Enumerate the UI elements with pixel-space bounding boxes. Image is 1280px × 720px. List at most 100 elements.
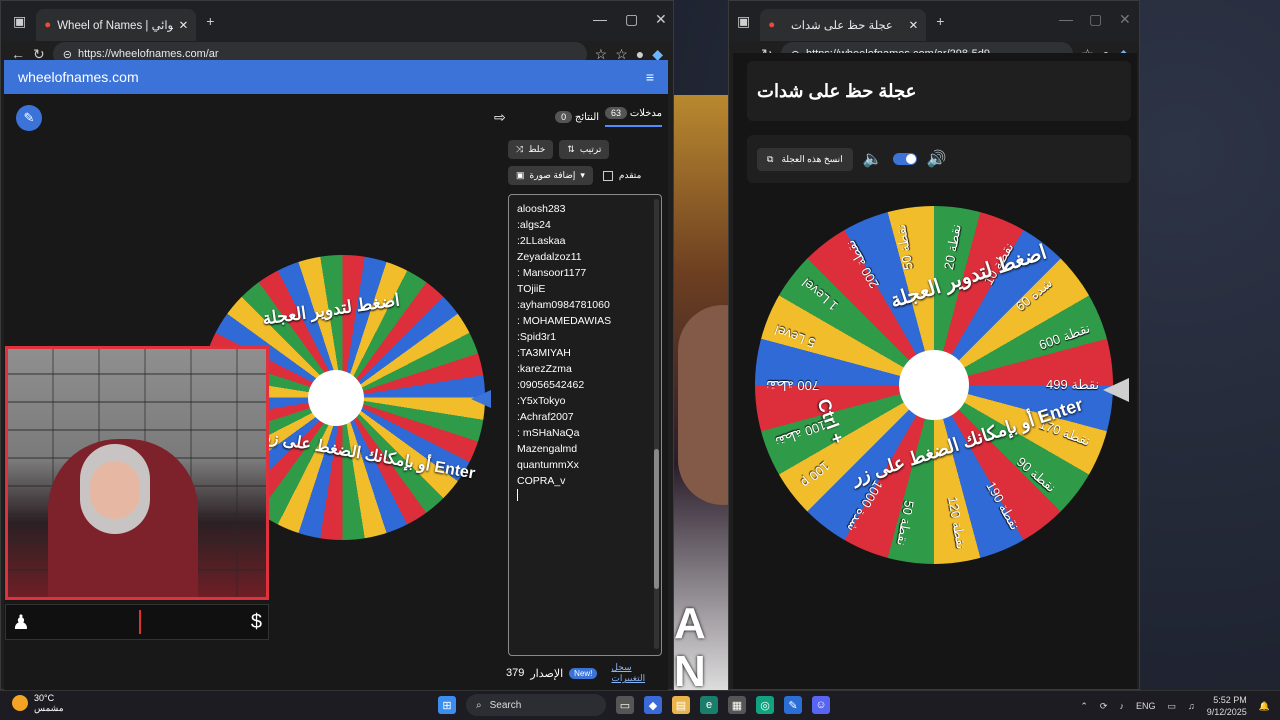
hide-panel-icon[interactable]: ⇨ [494,109,506,126]
sun-icon [12,695,28,711]
wheel-enter-text: أو بإمكانك الضغط على زر Enter [262,428,477,483]
entry-line: :karezZzma [517,363,572,375]
wheel-segment-label: نقطة 499 [1046,377,1100,392]
system-tray: ⌃ ⟳ ♪ ENG ▭ ♫ 5:52 PM 9/12/2025 🔔 [1080,694,1270,718]
version-label: الإصدار [530,667,564,680]
speaker-icon[interactable]: ♫ [1188,701,1195,711]
wheel-enter-text: أو بإمكانك الضغط على زر Enter [849,394,1086,488]
photos-icon[interactable]: ✎ [784,696,802,714]
tab-actions-icon[interactable]: ▣ [13,13,26,30]
advanced-checkbox[interactable]: متقدم [599,166,645,185]
divider [139,610,142,634]
tab-entries[interactable]: 63 مدخلات [605,106,662,127]
sort-button[interactable]: ⇅ ترتيب [559,140,610,159]
close-tab-icon[interactable]: ✕ [909,18,919,32]
wheel-hub[interactable] [308,370,364,426]
close-tab-icon[interactable]: ✕ [179,18,189,32]
entries-textarea[interactable]: aloosh283:algs24:2LLaskaa Zeyadalzoz11: M… [508,194,662,656]
file-explorer-icon[interactable]: ▤ [672,696,690,714]
weather-widget[interactable]: 30°C مشمس [12,693,64,713]
clock[interactable]: 5:52 PM 9/12/2025 [1207,694,1247,718]
wheel-pointer-icon [1103,378,1129,402]
minimize-icon[interactable]: — [593,11,607,27]
version-number: 379 [506,667,525,679]
volume-icon[interactable]: 🔊 [927,149,947,169]
wheel-segment-label: نقطة 50 [892,223,916,272]
entries-results-tabs: ⇨ 0 النتائج 63 مدخلات [494,104,662,130]
store-icon[interactable]: ▦ [728,696,746,714]
entry-line: :Achraf2007 [517,411,574,423]
start-icon[interactable]: ⊞ [438,696,456,714]
shuffle-label: خلط [528,144,546,154]
wheel-click-to-spin-text: اضغط لتدوير العجلة [261,290,401,329]
wheel-segment-label: نقطة 90 [1014,454,1059,496]
microphone-icon[interactable]: ♪ [1119,701,1124,711]
add-image-button[interactable]: ▣ إضافة صورة ▾ [508,166,593,185]
wheel-segment-label: 1 Level [798,275,841,314]
minimize-icon[interactable]: — [1059,11,1073,27]
copy-icon: ⧉ [767,153,774,164]
network-icon[interactable]: ▭ [1167,701,1176,712]
search-label: Search [489,699,522,711]
site-logo-text[interactable]: wheelofnames.com [18,69,139,85]
edit-pencil-icon[interactable]: ✎ [16,105,42,131]
entry-line: :Spid3r1 [517,331,557,343]
add-image-label: إضافة صورة [529,170,576,180]
spin-wheel-right[interactable]: نقطة 10 شدة 60 نقطة 600 نقطة 499 نقطة 170 نقط… [755,206,1113,564]
entries-count-badge: 63 [605,106,628,119]
entry-line: Zeyadalzoz11 [517,251,582,263]
sound-toggle[interactable] [892,153,917,165]
tab-wheel-shaddat[interactable]: ● عجلة حظ على شدات ✕ [760,9,927,41]
search-box[interactable]: ⌕ Search [466,694,606,716]
taskbar: 30°C مشمس ⊞ ⌕ Search ▭ ◆ ▤ e ▦ ◎ ✎ ☺ ⌃ ⟳ ♪… [0,690,1280,720]
wheel-options-card: ⧉ انسخ هذه العجلة 🔈 🔊 [747,135,1131,183]
weather-desc: مشمس [34,703,64,713]
menu-icon[interactable]: ≡ [646,69,654,85]
changelog-link[interactable]: سجل التغييرات [611,662,664,684]
entries-scrollbar[interactable] [654,199,659,649]
shuffle-button[interactable]: ⤨ خلط [508,140,554,159]
tab-wheel-of-names[interactable]: ● Wheel of Names | الاسم العشوائي ✕ [36,9,197,41]
wheel-segment-label: نقطة 190 [983,479,1023,533]
app-icon[interactable]: ◎ [756,696,774,714]
top-navbar: wheelofnames.com ≡ [4,60,668,94]
results-tab-label: النتائج [574,111,600,123]
chevron-up-icon[interactable]: ⌃ [1080,701,1088,712]
copy-wheel-button[interactable]: ⧉ انسخ هذه العجلة [757,147,853,171]
stream-overlay-bar: ♟ $ [5,604,269,640]
new-tab-icon[interactable]: + [206,13,214,29]
url-text: https://wheelofnames.com/ar [77,48,219,60]
maximize-icon[interactable]: ▢ [1089,11,1102,28]
task-view-icon[interactable]: ▭ [616,696,634,714]
entry-line: : MOHAMEDAWIAS [517,315,612,327]
close-window-icon[interactable]: ✕ [655,11,667,28]
new-tab-icon[interactable]: + [936,13,944,29]
dollar-icon: $ [250,610,262,633]
image-icon: ▣ [516,170,525,180]
language-indicator[interactable]: ENG [1136,701,1156,711]
discord-icon[interactable]: ☺ [812,696,830,714]
search-icon: ⌕ [476,699,482,711]
wheel-hub[interactable] [899,350,969,420]
copilot-icon[interactable]: ◆ [644,696,662,714]
webcam-overlay [5,346,269,600]
edge-icon[interactable]: e [700,696,718,714]
close-window-icon[interactable]: ✕ [1119,11,1131,28]
entry-line: quantummXx [517,459,579,471]
wheel-segment-label: نقطة 20 [941,223,965,271]
mute-icon[interactable]: 🔈 [863,149,883,169]
maximize-icon[interactable]: ▢ [625,11,638,28]
notification-icon[interactable]: 🔔 [1259,701,1270,712]
clock-time: 5:52 PM [1213,695,1247,705]
entries-tab-label: مدخلات [629,107,662,119]
wheel-title-card: عجلة حظ على شدات [747,61,1131,121]
tab-results[interactable]: 0 النتائج [555,110,600,123]
sync-icon[interactable]: ⟳ [1100,701,1108,712]
tab-actions-icon[interactable]: ▣ [737,13,750,30]
entry-line: :09056542462 [517,379,585,391]
wheel-segment-label: نقطة 600 [1036,320,1092,353]
site-info-icon[interactable]: ⊝ [63,48,72,61]
clock-date: 9/12/2025 [1206,707,1247,717]
sort-icon: ⇅ [567,144,575,154]
wheel-title: عجلة حظ على شدات [757,80,917,101]
